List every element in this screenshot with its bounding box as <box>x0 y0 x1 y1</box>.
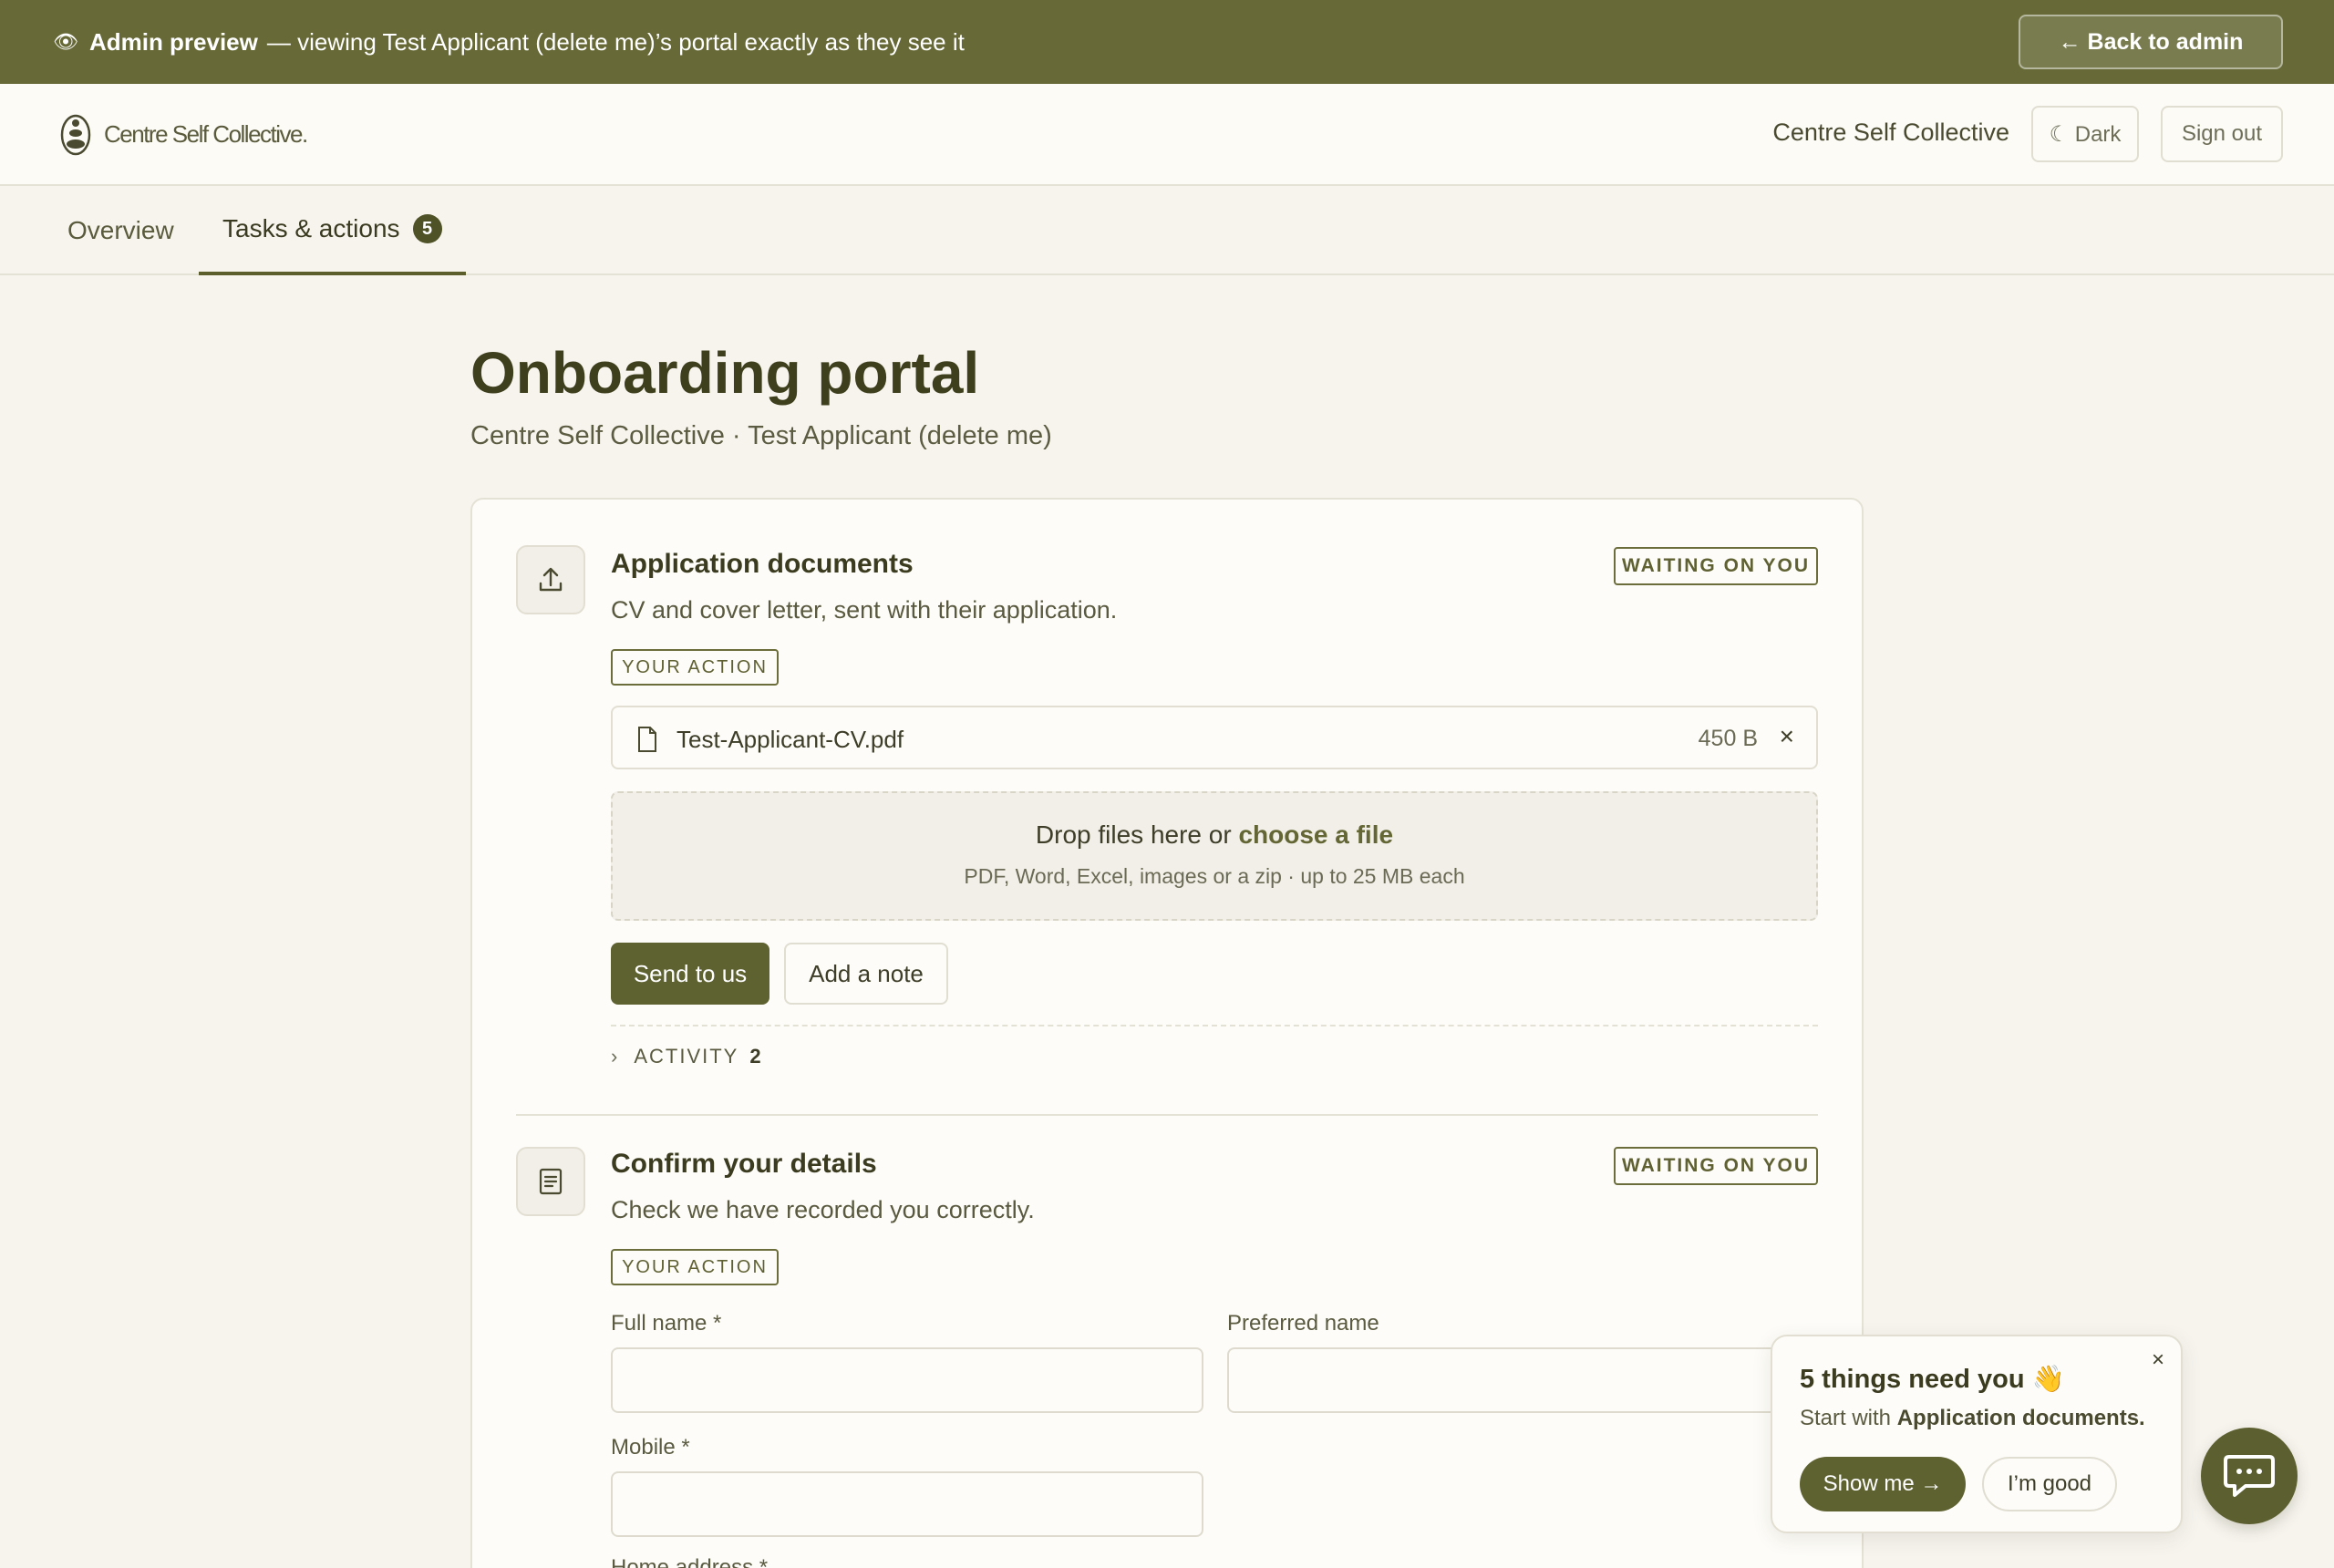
page-subtitle: Centre Self Collective · Test Applicant … <box>470 421 1052 450</box>
onboarding-nudge-popup: × 5 things need you 👋 Start with Applica… <box>1771 1335 2183 1533</box>
status-badge: WAITING ON YOU <box>1614 1147 1818 1185</box>
tab-overview-label: Overview <box>67 216 174 244</box>
tab-bar: Overview Tasks & actions 5 <box>0 186 2334 275</box>
dropzone-text: Drop files here or choose a file <box>613 820 1816 850</box>
dark-mode-button[interactable]: ☾ Dark <box>2031 106 2139 162</box>
task-description: Check we have recorded you correctly. <box>611 1196 1035 1223</box>
chat-button[interactable] <box>2201 1428 2298 1524</box>
logo[interactable]: Centre Self Collective. <box>58 111 308 157</box>
back-to-admin-button[interactable]: ← Back to admin <box>2019 15 2283 69</box>
full-name-input[interactable] <box>611 1347 1203 1413</box>
chat-icon <box>2224 1455 2275 1497</box>
dropzone-prompt: Drop files here or <box>1035 820 1239 849</box>
upload-icon <box>516 545 585 614</box>
remove-file-icon[interactable]: × <box>1780 722 1794 751</box>
close-icon[interactable]: × <box>2152 1347 2164 1373</box>
admin-preview-banner: 👁 Admin preview — viewing Test Applicant… <box>0 0 2334 84</box>
org-name: Centre Self Collective <box>1772 119 2009 146</box>
activity-count: 2 <box>749 1045 761 1068</box>
tasks-card: Application documents WAITING ON YOU CV … <box>470 498 1864 1568</box>
full-name-label: Full name * <box>611 1311 722 1336</box>
activity-divider <box>611 1025 1818 1026</box>
add-note-button[interactable]: Add a note <box>784 943 948 1005</box>
admin-preview-text: — viewing Test Applicant (delete me)’s p… <box>266 27 965 56</box>
file-dropzone[interactable]: Drop files here or choose a file PDF, Wo… <box>611 791 1818 921</box>
uploaded-file-row: Test-Applicant-CV.pdf 450 B × <box>611 706 1818 769</box>
tab-tasks-label: Tasks & actions <box>222 214 400 242</box>
chevron-right-icon: › <box>611 1045 620 1068</box>
task-title: Confirm your details <box>611 1149 877 1179</box>
tab-tasks-actions[interactable]: Tasks & actions 5 <box>199 186 466 275</box>
popup-text-bold: Application documents. <box>1896 1406 2145 1430</box>
show-me-button[interactable]: Show me → <box>1800 1457 1966 1511</box>
dropzone-hint: PDF, Word, Excel, images or a zip · up t… <box>964 864 1465 888</box>
mobile-label: Mobile * <box>611 1435 690 1460</box>
eye-icon: 👁 <box>53 30 78 53</box>
admin-preview-label: Admin preview <box>88 27 258 56</box>
section-divider <box>516 1114 1818 1116</box>
tasks-count-badge: 5 <box>412 214 442 243</box>
logo-text: Centre Self Collective. <box>104 119 308 148</box>
home-address-label: Home address * <box>611 1555 769 1568</box>
tab-overview[interactable]: Overview <box>67 186 174 275</box>
task-description: CV and cover letter, sent with their app… <box>611 596 1118 624</box>
mobile-input[interactable] <box>611 1471 1203 1537</box>
document-icon <box>516 1147 585 1216</box>
file-icon <box>638 727 656 752</box>
status-badge: WAITING ON YOU <box>1614 547 1818 585</box>
popup-text: Start with Application documents. <box>1800 1406 2145 1431</box>
your-action-badge: YOUR ACTION <box>611 649 779 686</box>
page-title: Onboarding portal <box>470 340 980 406</box>
activity-toggle[interactable]: › ACTIVITY 2 <box>611 1045 761 1068</box>
preferred-name-label: Preferred name <box>1227 1311 1379 1336</box>
activity-label: ACTIVITY <box>634 1045 739 1068</box>
file-size: 450 B <box>1698 726 1758 751</box>
file-name: Test-Applicant-CV.pdf <box>676 726 904 753</box>
send-to-us-button[interactable]: Send to us <box>611 943 769 1005</box>
task-title: Application documents <box>611 549 914 579</box>
your-action-badge: YOUR ACTION <box>611 1249 779 1285</box>
popup-text-prefix: Start with <box>1800 1406 1897 1430</box>
preferred-name-input[interactable] <box>1227 1347 1818 1413</box>
sign-out-button[interactable]: Sign out <box>2161 106 2283 162</box>
site-header: Centre Self Collective. Centre Self Coll… <box>0 84 2334 186</box>
logo-icon <box>60 114 91 156</box>
choose-file-link[interactable]: choose a file <box>1238 820 1393 849</box>
im-good-button[interactable]: I’m good <box>1982 1457 2117 1511</box>
popup-title: 5 things need you 👋 <box>1800 1365 2065 1394</box>
